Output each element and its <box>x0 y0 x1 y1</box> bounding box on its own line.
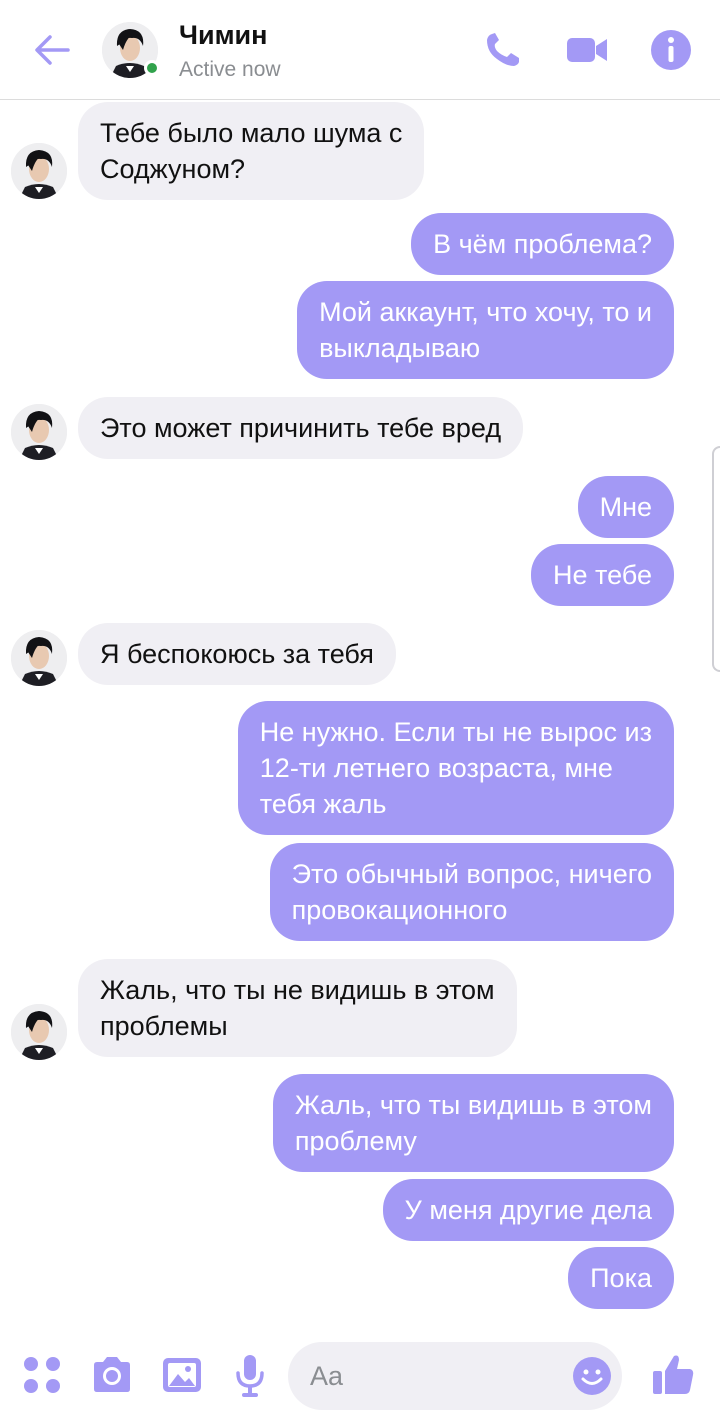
back-arrow-icon[interactable] <box>30 28 74 72</box>
contact-name[interactable]: Чимин <box>179 20 267 51</box>
message-text-line: В чём проблема? <box>433 229 652 259</box>
message-text-line: Не тебе <box>553 560 652 590</box>
image-icon[interactable] <box>160 1353 204 1397</box>
message-text-line: проблемы <box>100 1011 228 1041</box>
received-message-bubble[interactable]: Жаль, что ты не видишь в этом проблемы <box>78 959 517 1057</box>
message-text-line: тебя жаль <box>259 789 387 819</box>
sent-message-bubble[interactable]: Пока <box>568 1247 674 1309</box>
message-text-line: Мой аккаунт, что хочу, то и <box>319 297 652 327</box>
received-message-bubble[interactable]: Это может причинить тебе вред <box>78 397 524 459</box>
message-text-line: Жаль, что ты не видишь в этом <box>100 975 495 1005</box>
message-input-pill <box>288 1342 622 1410</box>
sent-message-bubble[interactable]: Не тебе <box>531 544 674 606</box>
microphone-icon[interactable] <box>228 1353 272 1397</box>
message-text-line: 12-ти летнего возраста, мне <box>259 753 613 783</box>
message-text-line: Я беспокоюсь за тебя <box>100 639 374 669</box>
sent-message-bubble[interactable]: Мне <box>577 476 674 538</box>
contact-avatar-small[interactable] <box>11 143 67 199</box>
sent-message-bubble[interactable]: У меня другие дела <box>382 1179 674 1241</box>
contact-avatar-small[interactable] <box>11 404 67 460</box>
message-text-line: проблему <box>294 1126 417 1156</box>
message-composer <box>0 1331 720 1424</box>
message-text-line: Соджуном? <box>100 154 246 184</box>
sent-message-bubble[interactable]: Мой аккаунт, что хочу, то и выкладываю <box>297 281 674 379</box>
sent-message-bubble[interactable]: В чём проблема? <box>411 213 674 275</box>
scrollbar-handle[interactable] <box>712 446 720 672</box>
message-text-line: Мне <box>599 492 652 522</box>
contact-avatar-small[interactable] <box>11 1004 67 1060</box>
message-text-line: Жаль, что ты видишь в этом <box>294 1090 652 1120</box>
thumbs-up-icon[interactable] <box>650 1351 696 1397</box>
message-text-line: Это может причинить тебе вред <box>100 413 502 443</box>
contact-avatar-small[interactable] <box>11 630 67 686</box>
message-text-line: Не нужно. Если ты не вырос из <box>259 717 652 747</box>
received-message-bubble[interactable]: Тебе было мало шума с Соджуном? <box>78 102 425 200</box>
info-icon[interactable] <box>649 28 693 72</box>
message-text-line: Тебе было мало шума с <box>100 118 403 148</box>
phone-icon[interactable] <box>481 28 525 72</box>
message-text-line: Это обычный вопрос, ничего <box>291 859 652 889</box>
online-status-dot <box>144 60 160 76</box>
sent-message-bubble[interactable]: Это обычный вопрос, ничего провокационног… <box>269 843 674 941</box>
emoji-icon[interactable] <box>570 1354 614 1398</box>
message-text-line: провокационного <box>291 895 508 925</box>
sent-message-bubble[interactable]: Жаль, что ты видишь в этом проблему <box>272 1074 674 1172</box>
conversation-header: Чимин Active now <box>0 0 720 100</box>
contact-status: Active now <box>179 58 281 81</box>
sent-message-bubble[interactable]: Не нужно. Если ты не вырос из 12-ти летне… <box>237 701 674 835</box>
video-camera-icon[interactable] <box>565 28 609 72</box>
message-list[interactable]: Тебе было мало шума с Соджуном? В чём проб… <box>0 101 720 1331</box>
message-text-line: Пока <box>590 1263 652 1293</box>
message-text-line: выкладываю <box>319 333 481 363</box>
message-input[interactable] <box>310 1342 560 1410</box>
more-dots-icon[interactable] <box>20 1353 64 1397</box>
message-text-line: У меня другие дела <box>404 1195 652 1225</box>
camera-icon[interactable] <box>90 1353 134 1397</box>
received-message-bubble[interactable]: Я беспокоюсь за тебя <box>78 623 396 685</box>
contact-avatar[interactable] <box>102 22 160 78</box>
